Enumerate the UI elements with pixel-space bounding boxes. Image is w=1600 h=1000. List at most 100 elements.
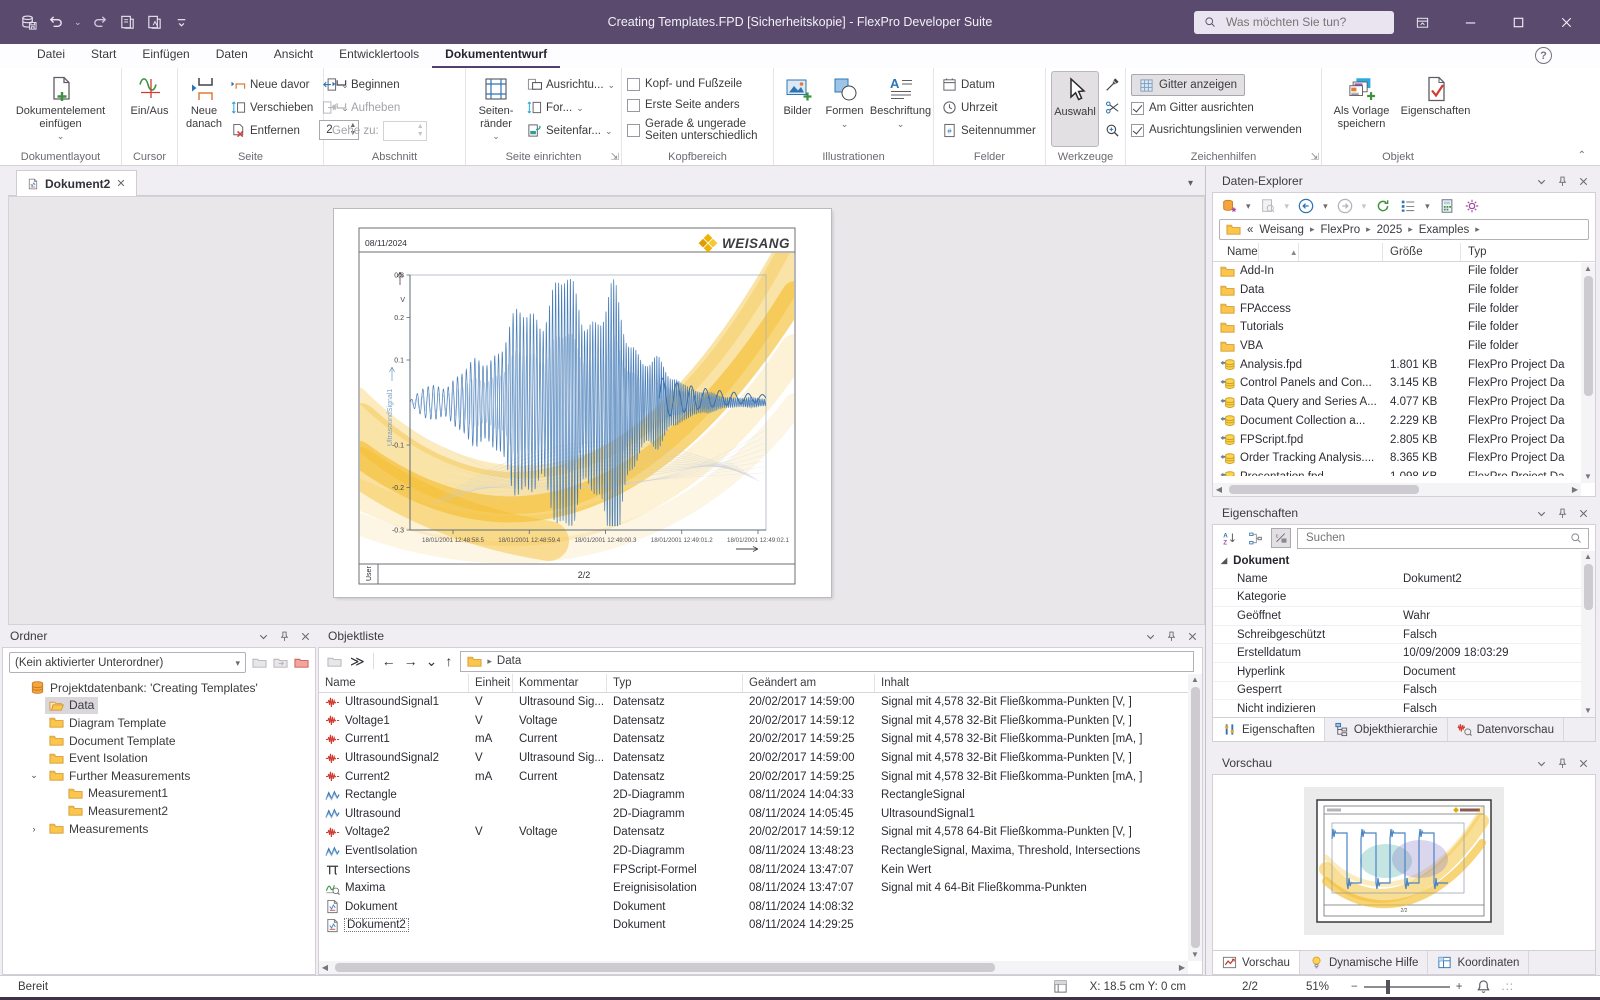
object-row[interactable]: UltrasoundSignal1VUltrasound Sig...Daten… <box>319 693 1202 712</box>
explorer-header[interactable]: Name▲ Größe Typ <box>1213 243 1595 262</box>
remove-page-button[interactable]: Entfernen <box>228 120 316 141</box>
tree-item-document-template[interactable]: Document Template <box>3 732 315 750</box>
pin-icon[interactable] <box>1556 757 1569 770</box>
dialog-launcher-icon[interactable]: ⇲ <box>611 152 619 163</box>
property-row[interactable]: SchreibgeschütztFalsch <box>1213 626 1595 645</box>
folder-forward-icon[interactable] <box>273 655 288 670</box>
format-button[interactable]: For...⌄ <box>524 97 618 118</box>
database-new-icon[interactable] <box>1221 198 1237 214</box>
ribbon-tab-datei[interactable]: Datei <box>24 44 78 68</box>
close-panel-icon[interactable] <box>1577 175 1590 188</box>
pin-icon[interactable] <box>1556 507 1569 520</box>
explorer-row[interactable]: FPScript.fpd2.805 KBFlexPro Project Da <box>1213 430 1595 449</box>
select-tool-button[interactable]: Auswahl <box>1051 71 1099 147</box>
zoom-slider[interactable]: − + <box>1351 981 1462 993</box>
close-panel-icon[interactable] <box>1186 630 1199 643</box>
page-color-button[interactable]: Seitenfar...⌄ <box>524 120 618 141</box>
group-button[interactable] <box>1245 528 1265 548</box>
horizontal-scrollbar[interactable]: ◀▶ <box>1213 483 1581 496</box>
index-icon[interactable] <box>1439 198 1455 214</box>
new-page-before-button[interactable]: Neue davor <box>228 74 316 95</box>
pictures-button[interactable]: Bilder <box>777 71 819 147</box>
tab-dynamische-hilfe[interactable]: Dynamische Hilfe <box>1300 951 1428 974</box>
ribbon-tab-ansicht[interactable]: Ansicht <box>261 44 326 68</box>
ribbon-tab-start[interactable]: Start <box>78 44 129 68</box>
explorer-row[interactable]: Presentation.fpd1.098 KBFlexPro Project … <box>1213 468 1595 476</box>
header-footer-checkbox[interactable]: Kopf- und Fußzeile <box>627 74 763 94</box>
close-panel-icon[interactable] <box>299 630 312 643</box>
open-object-icon[interactable] <box>327 654 342 669</box>
explorer-breadcrumb[interactable]: « Weisang▸ FlexPro▸ 2025▸ Examples▸ <box>1219 219 1589 240</box>
property-row[interactable]: GesperrtFalsch <box>1213 682 1595 701</box>
page-setup-icon[interactable] <box>1053 979 1068 994</box>
property-section[interactable]: ◢Dokument <box>1213 551 1595 570</box>
property-row[interactable]: Nicht indizierenFalsch <box>1213 700 1595 719</box>
property-row[interactable]: Erstelldatum10/09/2009 18:03:29 <box>1213 644 1595 663</box>
vertical-scrollbar[interactable]: ▲▼ <box>1188 674 1202 961</box>
alignment-lines-checkbox[interactable]: Ausrichtungslinien verwenden <box>1131 120 1302 140</box>
object-row[interactable]: Ultrasound2D-Diagramm08/11/2024 14:05:45… <box>319 805 1202 824</box>
new-folder-icon[interactable] <box>294 655 309 670</box>
section-goto-stepper[interactable]: ▲▼ <box>383 121 427 141</box>
new-page-after-button[interactable]: Neue danach <box>183 71 225 147</box>
pin-icon[interactable] <box>278 630 291 643</box>
new-document-icon[interactable] <box>119 14 136 31</box>
section-begin-button[interactable]: Beginnen <box>329 74 430 95</box>
properties-search[interactable] <box>1297 528 1589 549</box>
tab-objekthierarchie[interactable]: Objekthierarchie <box>1325 718 1448 741</box>
gear-icon[interactable] <box>1464 198 1480 214</box>
tree-item-further-measurements[interactable]: ⌄Further Measurements <box>3 767 315 785</box>
object-row[interactable]: IntersectionsFPScript-Formel08/11/2024 1… <box>319 860 1202 879</box>
tree-item-data[interactable]: Data <box>3 697 315 715</box>
vertical-scrollbar[interactable]: ▲▼ <box>1581 551 1595 717</box>
forward-icon[interactable] <box>1337 198 1353 214</box>
minimize-button[interactable] <box>1450 7 1490 37</box>
object-row[interactable]: Current1mACurrentDatensatz20/02/2017 14:… <box>319 730 1202 749</box>
refresh-icon[interactable] <box>1375 198 1391 214</box>
object-row[interactable]: Voltage1VVoltageDatensatz20/02/2017 14:5… <box>319 712 1202 731</box>
explorer-row[interactable]: Control Panels and Con...3.145 KBFlexPro… <box>1213 374 1595 393</box>
cursor-toggle-button[interactable]: Ein/Aus <box>127 71 172 147</box>
tree-item-projektdatenbank-creating-templates-[interactable]: Projektdatenbank: 'Creating Templates' <box>3 679 315 697</box>
shapes-button[interactable]: Formen⌄ <box>822 71 868 147</box>
document-page[interactable]: 08/11/2024 WEISANG 0.30.20. <box>334 209 831 597</box>
explorer-row[interactable]: Data Query and Series A...4.077 KBFlexPr… <box>1213 393 1595 412</box>
ribbon-tab-einfügen[interactable]: Einfügen <box>129 44 202 68</box>
explorer-row[interactable]: FPAccessFile folder <box>1213 299 1595 318</box>
forward-icon[interactable]: → <box>404 653 418 669</box>
properties-search-input[interactable] <box>1304 531 1570 545</box>
close-panel-icon[interactable] <box>1577 757 1590 770</box>
explorer-row[interactable]: Document Collection a...2.229 KBFlexPro … <box>1213 412 1595 431</box>
time-field-button[interactable]: Uhrzeit <box>939 97 1039 118</box>
view-mode-icon[interactable] <box>1400 198 1416 214</box>
pagenumber-field-button[interactable]: #Seitennummer <box>939 120 1039 141</box>
expander-icon[interactable]: › <box>28 824 40 834</box>
ribbon-display-options-button[interactable] <box>1402 7 1442 37</box>
property-row[interactable]: NameDokument2 <box>1213 570 1595 589</box>
ribbon-tab-daten[interactable]: Daten <box>203 44 261 68</box>
tab-list-caret-icon[interactable]: ▾ <box>1188 178 1193 189</box>
tree-item-diagram-template[interactable]: Diagram Template <box>3 714 315 732</box>
tab-koordinaten[interactable]: Koordinaten <box>1428 951 1529 974</box>
vertical-scrollbar[interactable]: ▲▼ <box>1581 263 1595 483</box>
object-list-header[interactable]: NameEinheitKommentarTypGeändert amInhalt <box>319 674 1202 693</box>
object-row[interactable]: Voltage2VVoltageDatensatz20/02/2017 14:5… <box>319 823 1202 842</box>
panel-menu-icon[interactable] <box>1535 175 1548 188</box>
close-button[interactable] <box>1546 7 1586 37</box>
first-page-different-checkbox[interactable]: Erste Seite anders <box>627 95 763 115</box>
back-icon[interactable]: ← <box>382 653 396 669</box>
search-input[interactable] <box>1224 14 1374 30</box>
customize-qat-icon[interactable] <box>173 14 190 31</box>
panel-menu-icon[interactable] <box>257 630 270 643</box>
tab-vorschau[interactable]: Vorschau <box>1213 951 1300 974</box>
zoom-out-icon[interactable]: − <box>1351 981 1358 993</box>
tree-item-measurements[interactable]: ›Measurements <box>3 820 315 838</box>
sort-az-button[interactable]: AZ <box>1219 528 1239 548</box>
object-row[interactable]: UltrasoundSignal2VUltrasound Sig...Daten… <box>319 749 1202 768</box>
zoom-slider-handle[interactable] <box>1386 980 1390 994</box>
object-row[interactable]: Current2mACurrentDatensatz20/02/2017 14:… <box>319 767 1202 786</box>
explorer-row[interactable]: DataFile folder <box>1213 281 1595 300</box>
object-row[interactable]: DokumentDokument08/11/2024 14:08:32 <box>319 898 1202 917</box>
caption-button[interactable]: A Beschriftung⌄ <box>871 71 931 147</box>
zoom-tool-button[interactable] <box>1102 120 1123 141</box>
